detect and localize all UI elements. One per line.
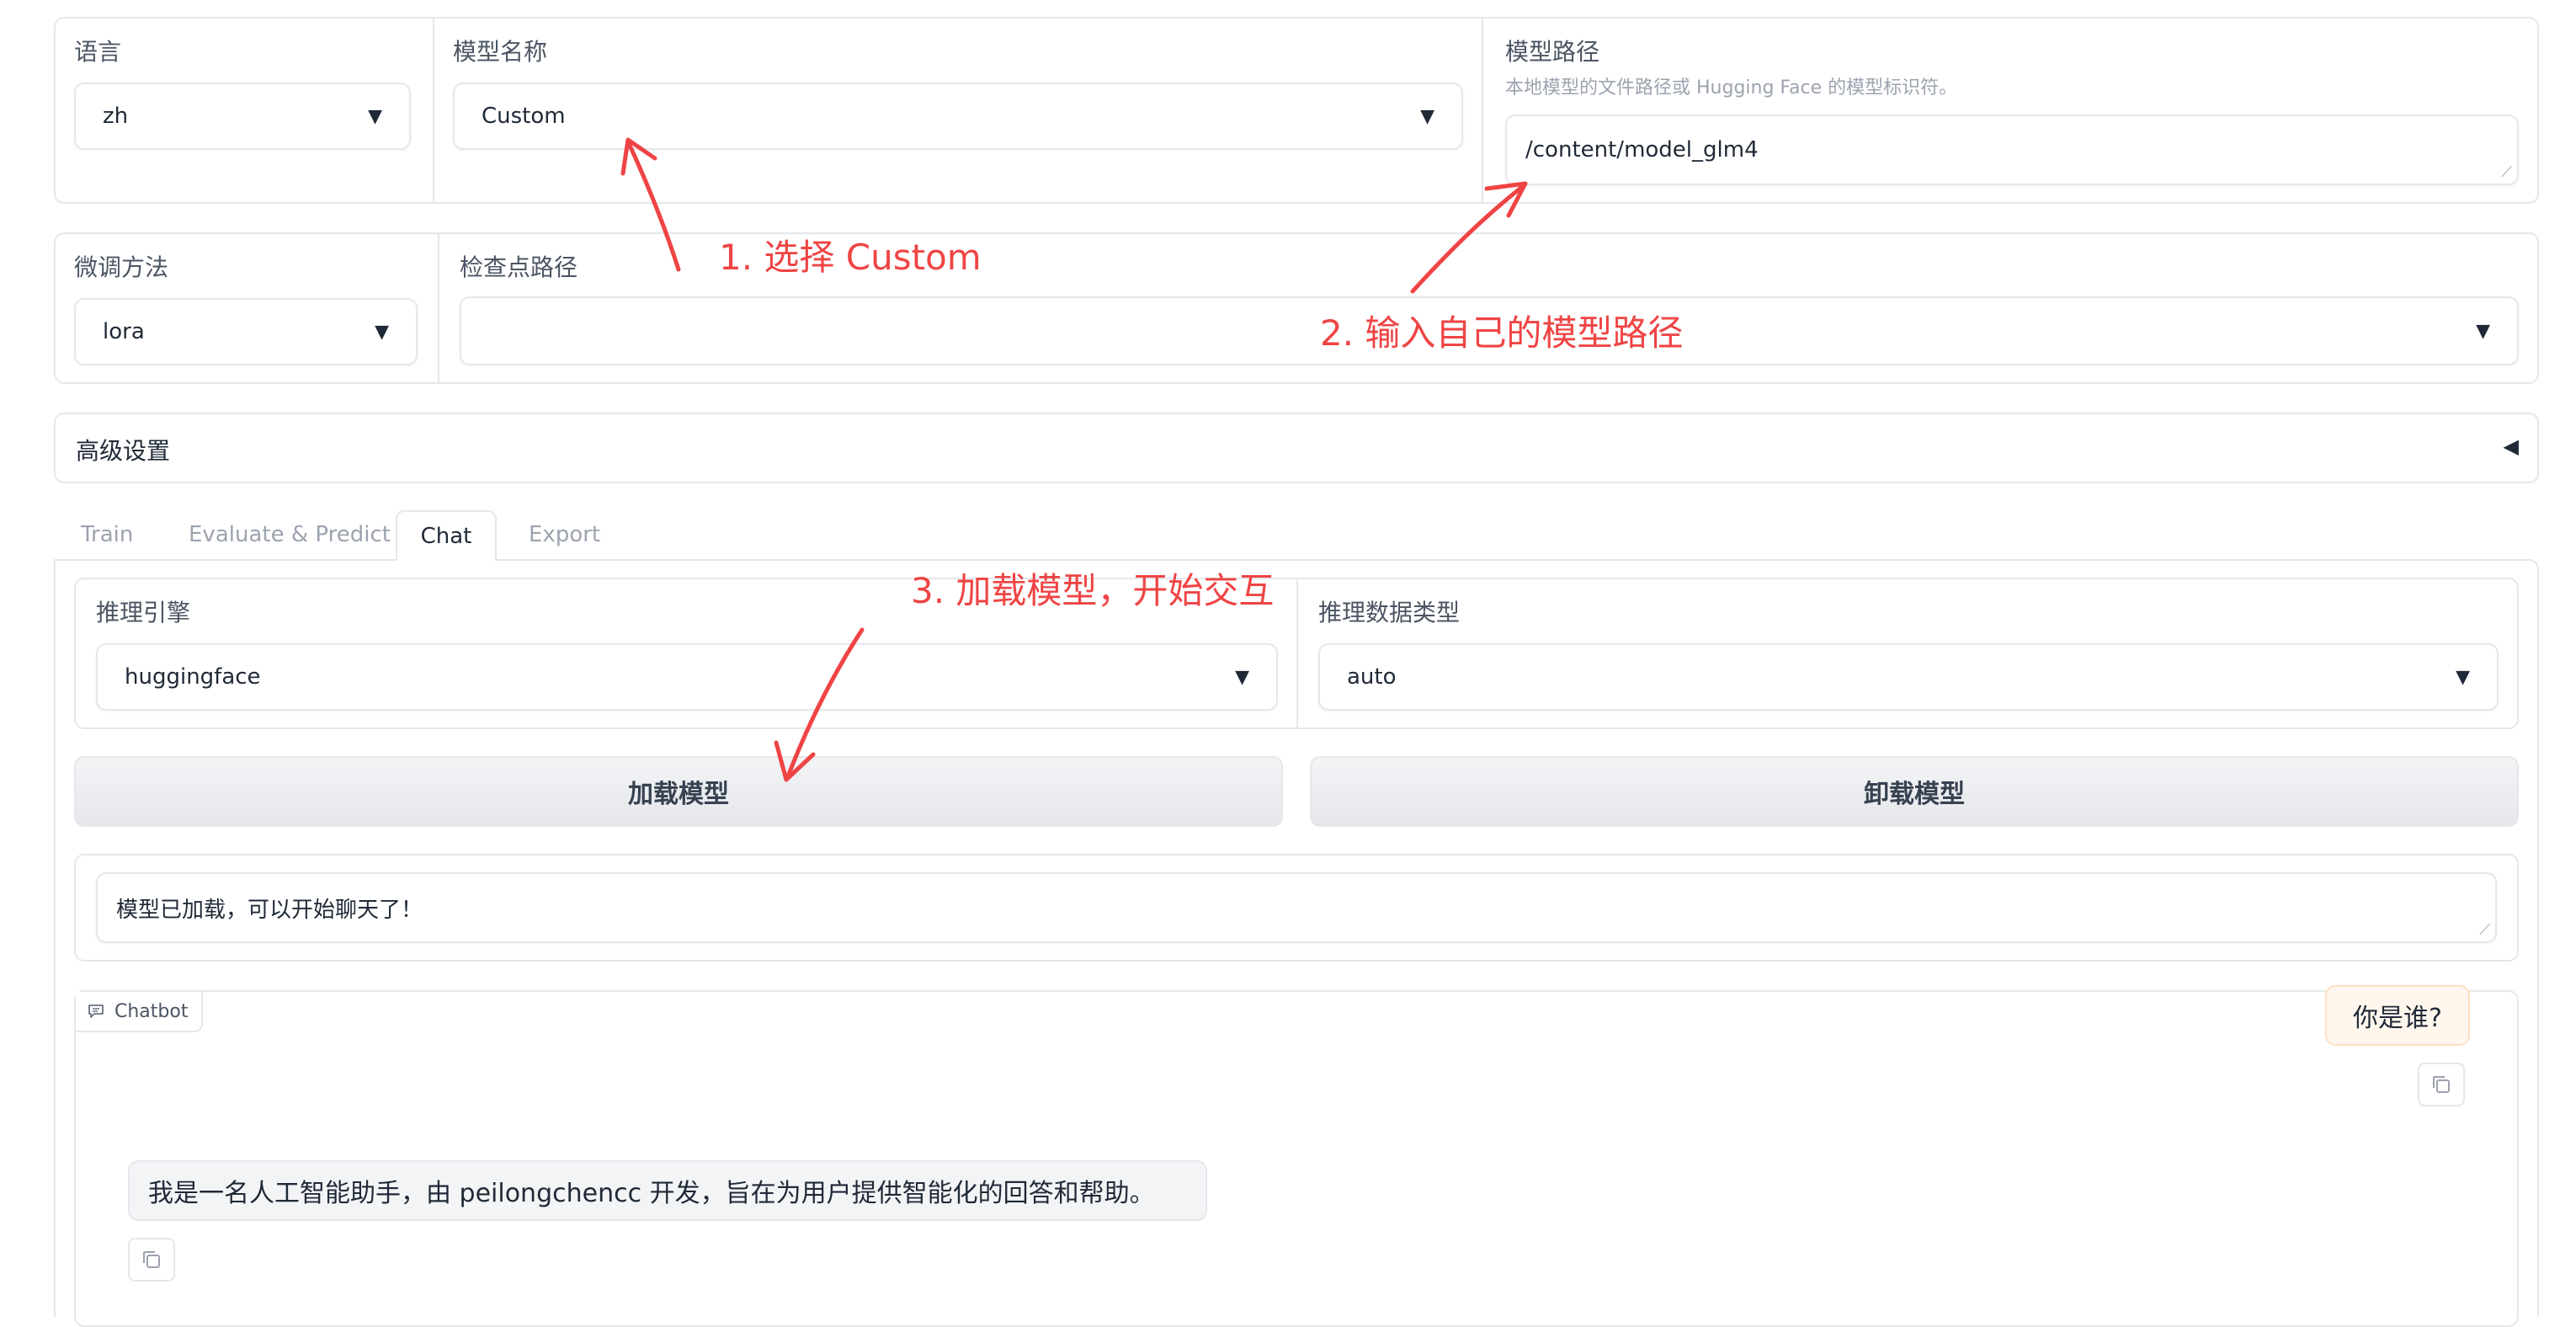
model-name-dropdown[interactable]: Custom ▼ (453, 83, 1463, 150)
inference-dtype-label: 推理数据类型 (1318, 599, 1461, 626)
resize-handle-icon[interactable]: ⟋ (2479, 923, 2490, 938)
inference-engine-value: huggingface (125, 664, 261, 690)
user-message-text: 你是谁? (2353, 1004, 2442, 1033)
divider (438, 234, 439, 382)
assistant-message-text: 我是一名人工智能助手，由 peilongchencc 开发，旨在为用户提供智能化… (148, 1179, 1155, 1208)
copy-icon (2433, 1076, 2450, 1093)
chevron-down-icon: ▼ (2456, 666, 2470, 688)
chevron-down-icon: ▼ (1420, 105, 1434, 127)
copy-assistant-message-button[interactable] (128, 1238, 175, 1282)
advanced-settings-accordion[interactable]: 高级设置 ◀ (54, 413, 2539, 483)
chatbot-label: Chatbot (114, 1000, 189, 1022)
tab-train[interactable]: Train (81, 522, 133, 547)
tab-evaluate-predict[interactable]: Evaluate & Predict (189, 522, 391, 547)
chatbot-panel (74, 990, 2519, 1327)
checkpoint-path-label: 检查点路径 (460, 253, 578, 281)
annotation-step-1: 1. 选择 Custom (719, 237, 982, 278)
inference-dtype-value: auto (1347, 664, 1397, 690)
resize-handle-icon[interactable]: ⟋ (2501, 165, 2512, 180)
model-name-label: 模型名称 (453, 38, 548, 66)
model-path-input[interactable]: /content/model_glm4 ⟋ (1505, 115, 2519, 185)
model-path-label: 模型路径 (1505, 38, 1600, 66)
status-text: 模型已加载，可以开始聊天了！ (116, 897, 423, 923)
assistant-message-bubble: 我是一名人工智能助手，由 peilongchencc 开发，旨在为用户提供智能化… (128, 1160, 1207, 1221)
model-path-hint: 本地模型的文件路径或 Hugging Face 的模型标识符。 (1505, 77, 1958, 99)
finetune-method-label: 微调方法 (74, 253, 169, 281)
tab-chat[interactable]: Chat (396, 510, 497, 561)
copy-user-message-button[interactable] (2418, 1063, 2465, 1106)
copy-icon (143, 1251, 160, 1268)
advanced-settings-label: 高级设置 (76, 437, 171, 465)
tab-export[interactable]: Export (529, 522, 600, 547)
language-value: zh (103, 104, 129, 129)
chevron-down-icon: ▼ (2476, 320, 2490, 342)
divider (433, 19, 434, 202)
language-dropdown[interactable]: zh ▼ (74, 83, 411, 150)
tab-content-frame-gap (397, 557, 495, 562)
user-message-bubble: 你是谁? (2325, 985, 2470, 1046)
chat-bubble-icon (88, 1005, 104, 1018)
inference-engine-dropdown[interactable]: huggingface ▼ (96, 643, 1278, 711)
annotation-step-2: 2. 输入自己的模型路径 (1320, 312, 1684, 354)
divider (1296, 579, 1298, 727)
chevron-down-icon: ▼ (375, 321, 389, 343)
collapse-toggle-icon[interactable]: ◀ (2504, 434, 2519, 458)
unload-model-button[interactable]: 卸载模型 (1310, 756, 2519, 827)
chevron-down-icon: ▼ (1235, 666, 1249, 688)
inference-engine-label: 推理引擎 (96, 599, 191, 626)
divider (1482, 19, 1483, 202)
annotation-step-3: 3. 加载模型，开始交互 (911, 570, 1275, 611)
finetune-method-dropdown[interactable]: lora ▼ (74, 298, 418, 365)
language-label: 语言 (74, 38, 122, 66)
model-path-value: /content/model_glm4 (1525, 137, 1759, 163)
model-name-value: Custom (482, 104, 566, 129)
finetune-method-value: lora (103, 319, 145, 344)
chatbot-label-tag: Chatbot (76, 992, 204, 1032)
chevron-down-icon: ▼ (368, 105, 382, 127)
inference-dtype-dropdown[interactable]: auto ▼ (1318, 643, 2499, 711)
load-model-button[interactable]: 加载模型 (74, 756, 1283, 827)
status-textbox[interactable]: 模型已加载，可以开始聊天了！ ⟋ (96, 872, 2497, 943)
